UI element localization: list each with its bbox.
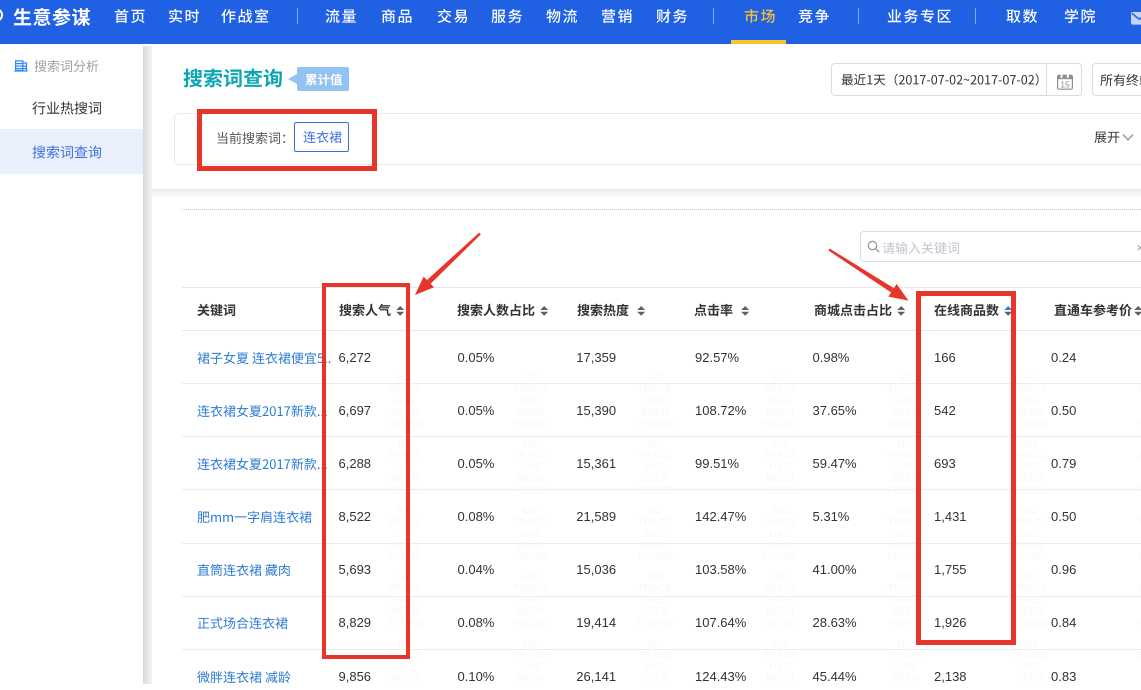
svg-text:15: 15 [1060,79,1070,89]
